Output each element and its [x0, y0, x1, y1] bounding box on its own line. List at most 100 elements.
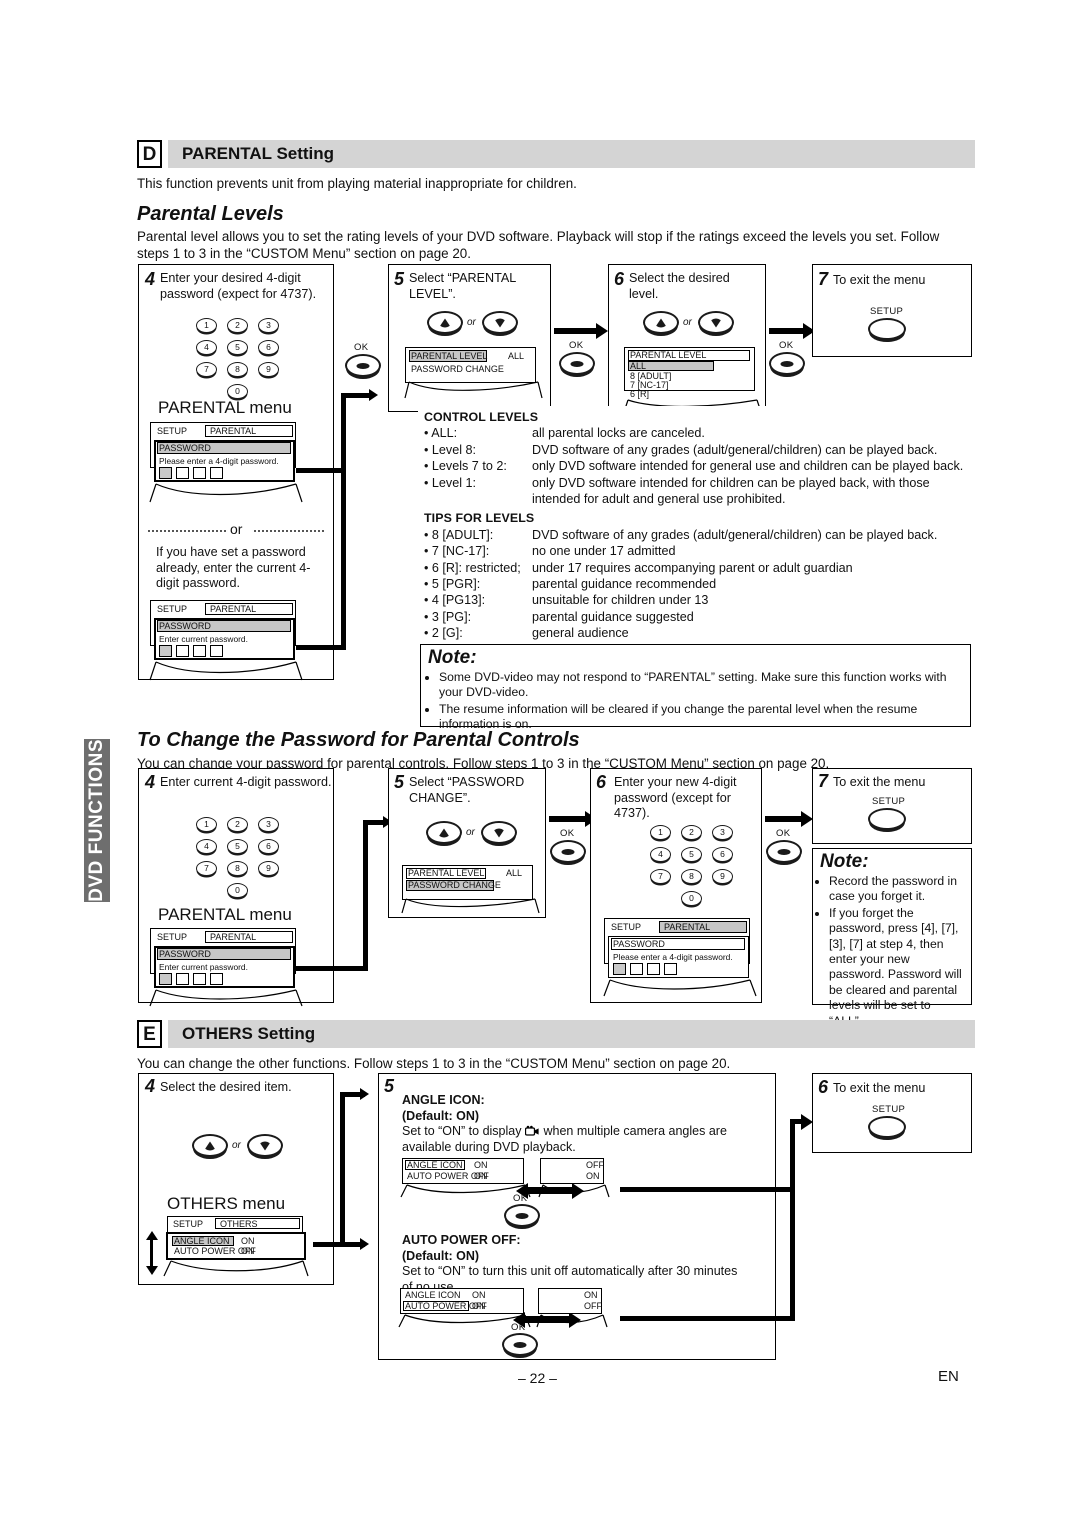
key-0[interactable]: 0 — [681, 891, 702, 906]
osd6-row1: PARENTAL LEVEL — [408, 868, 485, 878]
key-8[interactable]: 8 — [681, 869, 702, 884]
camera-angle-icon — [524, 1125, 539, 1136]
ok-button-7[interactable] — [502, 1333, 538, 1356]
key-5[interactable]: 5 — [681, 847, 702, 862]
numeric-keypad-2[interactable]: 1 2 3 4 5 6 7 8 9 0 — [196, 817, 306, 898]
setup-button-3[interactable] — [868, 1116, 906, 1138]
key-2[interactable]: 2 — [681, 825, 702, 840]
cl-term-0: • ALL: — [424, 426, 458, 441]
up-button-1[interactable] — [427, 311, 463, 334]
ok-button-1[interactable] — [345, 354, 381, 377]
osd-parental-password-2: SETUP PARENTAL PASSWORD Enter current pa… — [149, 600, 303, 681]
ok-button-5[interactable] — [766, 840, 802, 863]
key-5[interactable]: 5 — [227, 340, 248, 355]
up-button-3[interactable] — [426, 821, 462, 844]
step6-others-text: To exit the menu — [833, 1081, 926, 1095]
connector-7a — [313, 1242, 365, 1247]
key-0[interactable]: 0 — [227, 883, 248, 898]
down-button-3[interactable] — [481, 821, 517, 844]
step4-parental-alt-text: If you have set a password already, ente… — [156, 545, 311, 590]
setup-button-1[interactable] — [868, 318, 906, 340]
or-label-4: or — [232, 1140, 241, 1151]
tl-term-4: • 4 [PG13]: — [424, 593, 486, 608]
note-box-password: Note: Record the password in case you fo… — [812, 848, 972, 1028]
down-button-4[interactable] — [247, 1134, 283, 1157]
section-letter-d: D — [137, 140, 162, 168]
key-8[interactable]: 8 — [227, 362, 248, 377]
step6-password-number: 6 — [596, 772, 607, 792]
key-9[interactable]: 9 — [712, 869, 733, 884]
key-6[interactable]: 6 — [258, 340, 279, 355]
step4-others-number: 4 — [145, 1076, 156, 1096]
key-5[interactable]: 5 — [227, 839, 248, 854]
ok-button-6[interactable] — [504, 1204, 540, 1227]
key-4[interactable]: 4 — [650, 847, 671, 862]
osd6-row1-value: ALL — [506, 868, 523, 878]
tips-levels-title: TIPS FOR LEVELS — [424, 511, 535, 526]
cl-desc-3: only DVD software intended for children … — [532, 475, 930, 507]
osd7-prompt: Please enter a 4-digit password. — [613, 952, 733, 962]
up-button-2[interactable] — [643, 311, 679, 334]
key-3[interactable]: 3 — [258, 817, 279, 832]
key-6[interactable]: 6 — [258, 839, 279, 854]
key-4[interactable]: 4 — [196, 340, 217, 355]
up-button-4[interactable] — [192, 1134, 228, 1157]
angle-icon-block: ANGLE ICON: (Default: ON) Set to “ON” to… — [402, 1093, 742, 1155]
key-0[interactable]: 0 — [227, 384, 248, 399]
down-button-2[interactable] — [698, 311, 734, 334]
step4-parental-text: Enter your desired 4-digit password (exp… — [160, 271, 317, 301]
tl-term-0: • 8 [ADULT]: — [424, 527, 494, 542]
key-3[interactable]: 3 — [712, 825, 733, 840]
step6-password-text: Enter your new 4-digit password (except … — [614, 775, 737, 820]
key-1[interactable]: 1 — [650, 825, 671, 840]
or-label-2: or — [683, 317, 692, 328]
osd2-row1: PASSWORD — [159, 621, 211, 631]
osd1-prompt: Please enter a 4-digit password. — [159, 456, 279, 466]
key-9[interactable]: 9 — [258, 362, 279, 377]
down-button-1[interactable] — [482, 311, 518, 334]
osd8-tab-label: OTHERS — [220, 1219, 258, 1229]
key-7[interactable]: 7 — [196, 362, 217, 377]
key-8[interactable]: 8 — [227, 861, 248, 876]
osd5-setup-label: SETUP — [157, 932, 188, 942]
ok-button-2[interactable] — [559, 352, 595, 375]
angle-icon-desc: Set to “ON” to display when multiple cam… — [402, 1124, 742, 1155]
osd3-row1-value: ALL — [508, 351, 525, 361]
connector-7c — [340, 1092, 345, 1242]
osd8-row2-value: ON — [241, 1246, 255, 1256]
parental-levels-heading: Parental Levels — [137, 203, 284, 225]
connector-1b — [296, 645, 346, 650]
key-6[interactable]: 6 — [712, 847, 733, 862]
note-title-2: Note: — [820, 851, 869, 872]
osd1-password-boxes — [159, 467, 223, 479]
key-1[interactable]: 1 — [196, 817, 217, 832]
setup-label-1: SETUP — [870, 306, 904, 317]
osd10-torn-edge — [538, 1184, 610, 1198]
connector-8c — [790, 1122, 795, 1321]
ok-button-4[interactable] — [550, 840, 586, 863]
side-tab-dvd-functions: DVD FUNCTIONS — [84, 739, 110, 902]
cl-term-2: • Levels 7 to 2: — [424, 459, 507, 474]
key-7[interactable]: 7 — [650, 869, 671, 884]
connector-8a — [620, 1187, 795, 1192]
key-2[interactable]: 2 — [227, 318, 248, 333]
key-3[interactable]: 3 — [258, 318, 279, 333]
ok-button-3[interactable] — [769, 352, 805, 375]
setup-label-3: SETUP — [872, 1104, 906, 1115]
or-label-3: or — [466, 827, 475, 838]
key-4[interactable]: 4 — [196, 839, 217, 854]
numeric-keypad-3[interactable]: 1 2 3 4 5 6 7 8 9 0 — [650, 825, 760, 906]
connector-4a — [296, 966, 368, 971]
numeric-keypad-1[interactable]: 1 2 3 4 5 6 7 8 9 0 — [196, 318, 306, 399]
others-menu-title: OTHERS menu — [167, 1194, 286, 1213]
key-2[interactable]: 2 — [227, 817, 248, 832]
key-7[interactable]: 7 — [196, 861, 217, 876]
setup-button-2[interactable] — [868, 808, 906, 830]
key-1[interactable]: 1 — [196, 318, 217, 333]
osd9-row2-value: ON — [474, 1171, 488, 1181]
osd1-torn-edge — [149, 483, 303, 503]
osd1-tab-label: PARENTAL — [210, 426, 257, 436]
key-9[interactable]: 9 — [258, 861, 279, 876]
osd3-row1: PARENTAL LEVEL — [411, 351, 488, 361]
osd1-row1: PASSWORD — [159, 443, 211, 453]
